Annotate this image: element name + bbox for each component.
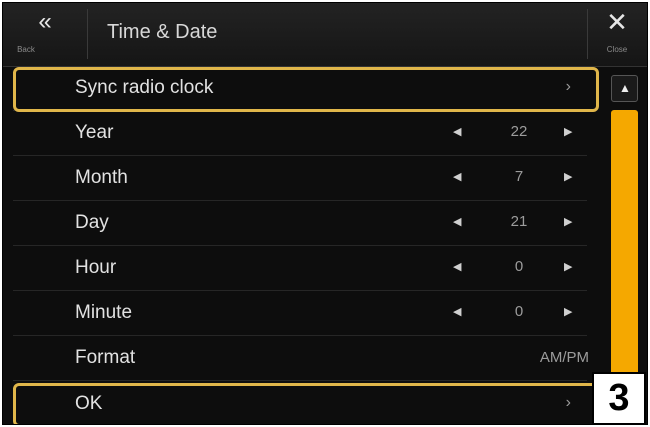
row-label: Sync radio clock [75,77,214,98]
close-icon: ✕ [606,7,628,37]
month-row: Month ◀ 7 ▶ [3,156,593,201]
hour-row: Hour ◀ 0 ▶ [3,246,593,291]
format-row[interactable]: Format AM/PM [3,336,593,381]
header-divider [87,9,88,59]
time-date-screen: « Back Time & Date ✕ Close Sync radio cl… [2,2,648,425]
close-label: Close [606,45,628,54]
increment-arrow-icon[interactable]: ▶ [564,170,572,183]
day-value: 21 [510,213,528,230]
decrement-arrow-icon[interactable]: ◀ [453,125,461,138]
row-label: Format [75,347,136,368]
back-button[interactable]: « Back [3,3,87,66]
close-button[interactable]: ✕ Close [587,3,647,66]
chevron-right-icon: › [565,394,571,411]
day-row: Day ◀ 21 ▶ [3,201,593,246]
year-value: 22 [510,123,528,140]
hour-value: 0 [514,258,524,275]
header-bar: « Back Time & Date ✕ Close [3,3,647,67]
sync-radio-clock-row[interactable]: Sync radio clock › [3,66,593,111]
row-label: Year [75,122,114,143]
decrement-arrow-icon[interactable]: ◀ [453,170,461,183]
increment-arrow-icon[interactable]: ▶ [564,260,572,273]
scrollbar-thumb[interactable] [611,110,638,375]
increment-arrow-icon[interactable]: ▶ [564,215,572,228]
row-label: Day [75,212,109,233]
year-row: Year ◀ 22 ▶ [3,111,593,156]
decrement-arrow-icon[interactable]: ◀ [453,260,461,273]
chevron-right-icon: › [565,78,571,95]
decrement-arrow-icon[interactable]: ◀ [453,215,461,228]
increment-arrow-icon[interactable]: ▶ [564,125,572,138]
row-label: Hour [75,257,117,278]
back-icon: « [38,8,52,35]
minute-value: 0 [514,303,524,320]
scroll-up-icon: ▲ [619,81,631,95]
back-label: Back [17,45,35,54]
increment-arrow-icon[interactable]: ▶ [564,305,572,318]
scroll-up-button[interactable]: ▲ [611,75,638,102]
page-title: Time & Date [107,21,218,43]
step-number-badge: 3 [592,372,646,425]
format-value: AM/PM [539,349,589,366]
row-label: Month [75,167,128,188]
ok-row[interactable]: OK › [3,382,593,424]
minute-row: Minute ◀ 0 ▶ [3,291,593,336]
decrement-arrow-icon[interactable]: ◀ [453,305,461,318]
row-label: Minute [75,302,133,323]
month-value: 7 [514,168,524,185]
row-label: OK [75,393,103,414]
